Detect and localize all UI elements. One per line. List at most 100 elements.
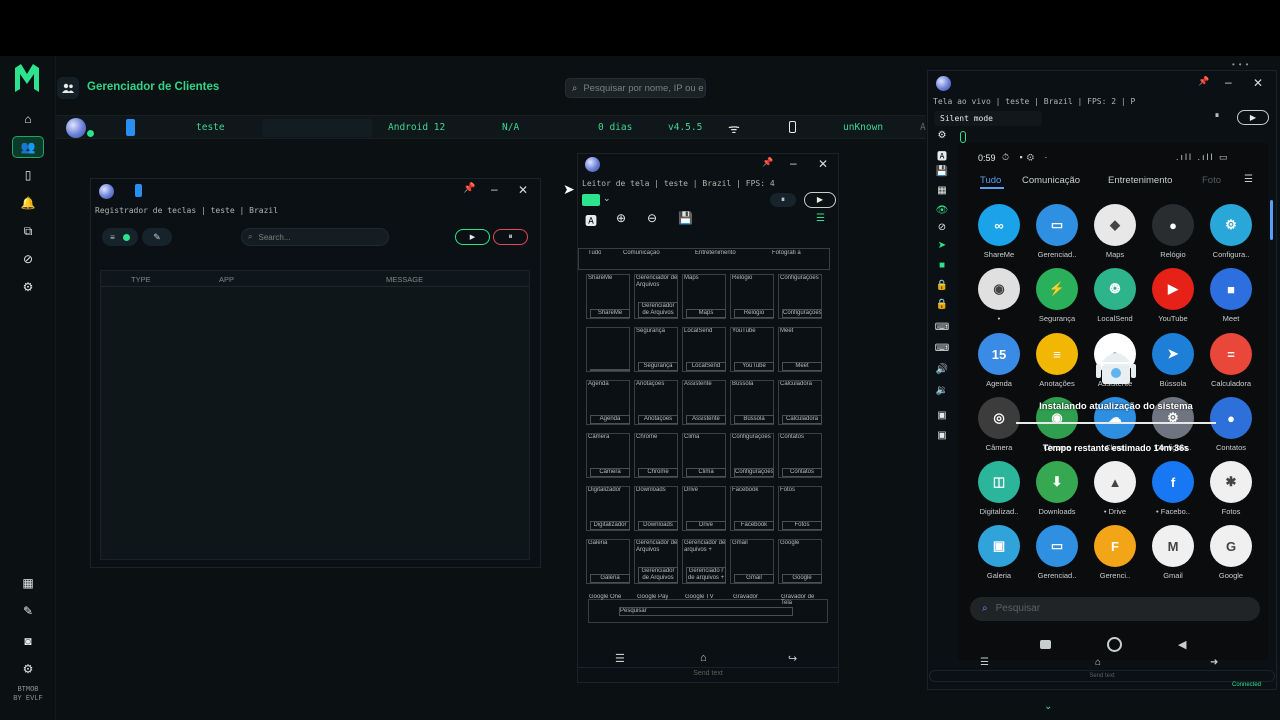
pin-icon[interactable]: 📌 <box>463 183 475 194</box>
home-icon[interactable]: ⌂ <box>1095 657 1101 668</box>
wire-app-cell: Gmail Gmail <box>730 539 774 584</box>
recents-icon[interactable] <box>1040 640 1051 649</box>
pause-button[interactable]: ⏸ <box>1205 110 1229 124</box>
phone-app-icon[interactable]: ■ Meet <box>1203 268 1259 323</box>
close-icon[interactable]: ✕ <box>518 183 528 197</box>
phone-app-icon[interactable]: ▲ • Drive <box>1087 461 1143 516</box>
pin-icon[interactable]: 📌 <box>1198 76 1209 87</box>
lock-icon[interactable]: 🔒 <box>934 280 950 294</box>
screen-reader-send-input[interactable]: Send text <box>578 667 838 681</box>
play-button[interactable]: ▶ <box>804 192 836 208</box>
phone-app-icon[interactable]: ▭ Gerenciad.. <box>1029 525 1085 580</box>
phone-app-icon[interactable]: F Gerenci.. <box>1087 525 1143 580</box>
live-toggle[interactable]: ≡ <box>102 228 138 246</box>
volume-up-icon[interactable]: 🔊 <box>934 364 950 378</box>
wire-app-sublabel: Relógio <box>734 309 774 318</box>
eye-icon[interactable]: 👁 <box>934 205 950 219</box>
phone-app-icon[interactable]: ⚙ Configura.. <box>1203 204 1259 259</box>
menu-icon[interactable]: ☰ <box>615 652 625 665</box>
phone-tab-3[interactable]: Foto <box>1202 175 1221 186</box>
live-send-input[interactable]: Send text <box>929 670 1275 682</box>
mode-select[interactable]: Silent mode <box>934 111 1042 126</box>
close-icon[interactable]: ✕ <box>1253 76 1263 90</box>
phone-app-icon[interactable]: ✱ Fotos <box>1203 461 1259 516</box>
minimize-icon[interactable]: – <box>790 156 797 170</box>
pointer-icon[interactable]: ➤ <box>934 240 950 254</box>
phone-app-icon[interactable]: ◉ • <box>971 268 1027 323</box>
phone-search-bar[interactable]: ⌕ Pesquisar <box>970 597 1260 621</box>
pause-button[interactable]: ⏸ <box>770 193 796 207</box>
play-button[interactable]: ▶ <box>1237 110 1269 125</box>
phone-app-icon[interactable]: ▶ YouTube <box>1145 268 1201 323</box>
phone-app-icon[interactable]: ▣ Galeria <box>971 525 1027 580</box>
minimize-icon[interactable]: – <box>491 182 498 196</box>
gallery-icon[interactable]: ▣ <box>934 430 950 444</box>
phone-app-icon[interactable]: 15 Agenda <box>971 333 1027 388</box>
keyboard-icon[interactable]: ⌨ <box>934 322 950 336</box>
forward-icon[interactable]: ➜ <box>1210 657 1218 668</box>
phone-app-icon[interactable]: ➤ Bússola <box>1145 333 1201 388</box>
menu-icon[interactable]: ☰ <box>980 657 989 668</box>
grid-icon[interactable]: ▦ <box>934 185 950 199</box>
clients-icon[interactable]: 👥 <box>12 136 44 158</box>
settings-icon[interactable]: ⚙ <box>934 130 950 144</box>
phone-app-icon[interactable]: G Google <box>1203 525 1259 580</box>
save-icon[interactable]: 💾 <box>934 166 950 180</box>
volume-down-icon[interactable]: 🔉 <box>934 385 950 399</box>
phone-app-icon[interactable]: = Calculadora <box>1203 333 1259 388</box>
settings-group-icon[interactable]: ⚙ <box>12 276 44 298</box>
client-search-input[interactable]: ⌕ Pesquisar por nome, IP ou e <box>565 78 706 98</box>
keyboard-icon[interactable]: ⌨ <box>934 343 950 357</box>
clear-button[interactable]: ✎ <box>142 228 172 246</box>
phone-app-icon[interactable]: ◆ Maps <box>1087 204 1143 259</box>
tab-menu-icon[interactable]: ☰ <box>1244 174 1253 185</box>
image-icon[interactable]: ▣ <box>934 410 950 424</box>
list-view-icon[interactable]: ☰ <box>816 213 825 224</box>
block-icon[interactable]: ⊘ <box>12 248 44 270</box>
phone-tab-0[interactable]: Tudo <box>980 175 1001 186</box>
grid-icon[interactable]: ▦ <box>12 572 44 594</box>
phone-app-icon[interactable]: ⬇ Downloads <box>1029 461 1085 516</box>
block-icon[interactable]: ⊘ <box>934 222 950 236</box>
app-glyph-icon: ● <box>1210 397 1252 439</box>
save-icon[interactable]: 💾 <box>678 211 693 225</box>
pin-icon[interactable]: 📌 <box>762 157 773 168</box>
color-picker-swatch[interactable] <box>582 194 600 206</box>
zoom-out-icon[interactable]: ⊖ <box>647 211 657 225</box>
phone-app-icon[interactable]: f • Facebo.. <box>1145 461 1201 516</box>
phone-app-icon[interactable]: ◫ Digitalizad.. <box>971 461 1027 516</box>
back-arrow-icon[interactable]: ↪ <box>788 652 797 665</box>
phone-app-icon[interactable]: ● Relógio <box>1145 204 1201 259</box>
phone-app-icon[interactable]: M Gmail <box>1145 525 1201 580</box>
phone-tab-2[interactable]: Entretenimento <box>1108 175 1172 186</box>
gear-icon[interactable]: ⚙ <box>12 658 44 680</box>
phone-app-icon[interactable]: ❂ LocalSend <box>1087 268 1143 323</box>
expand-chevron-icon[interactable]: ⌄ <box>1044 701 1052 712</box>
phone-app-icon[interactable]: ∞ ShareMe <box>971 204 1027 259</box>
android-icon[interactable]: ◙ <box>12 630 44 652</box>
home-icon[interactable]: ⌂ <box>700 652 707 664</box>
document-icon[interactable]: ▯ <box>12 164 44 186</box>
phone-app-icon[interactable]: ▭ Gerenciad.. <box>1029 204 1085 259</box>
chevron-down-icon[interactable]: ⌄ <box>603 193 611 204</box>
tools-icon[interactable]: ✎ <box>12 600 44 622</box>
color-swatch-icon[interactable]: ■ <box>934 260 950 274</box>
minimize-icon[interactable]: – <box>1225 75 1232 89</box>
phone-app-icon[interactable]: ≡ Anotações <box>1029 333 1085 388</box>
font-icon[interactable]: 🅰 <box>934 148 950 163</box>
notification-icon[interactable]: 🔔 <box>12 192 44 214</box>
home-button-icon[interactable] <box>1107 637 1122 652</box>
home-icon[interactable]: ⌂ <box>12 108 44 130</box>
lock-icon[interactable]: 🔒 <box>934 299 950 313</box>
client-row[interactable]: teste Android 12 N/A 0 dias v4.5.5 ᯤ unK… <box>56 115 926 139</box>
close-icon[interactable]: ✕ <box>818 157 828 171</box>
font-icon[interactable]: 🅰 <box>585 212 597 229</box>
network-icon[interactable]: ⧉ <box>12 220 44 242</box>
zoom-in-icon[interactable]: ⊕ <box>616 211 626 225</box>
phone-app-icon[interactable]: ⚡ Segurança <box>1029 268 1085 323</box>
play-button[interactable]: ▶ <box>455 229 490 245</box>
phone-tab-1[interactable]: Comunicação <box>1022 175 1080 186</box>
keylogger-search-input[interactable]: ⌕ Search... <box>241 228 389 246</box>
back-icon[interactable]: ◀ <box>1178 638 1186 651</box>
pause-button[interactable]: ⏸ <box>493 229 528 245</box>
